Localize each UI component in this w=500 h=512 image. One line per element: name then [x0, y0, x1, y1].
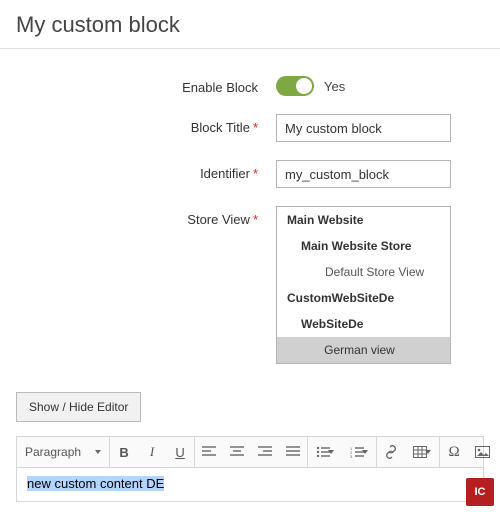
- enable-block-label: Enable Block: [16, 74, 276, 95]
- store-view-option[interactable]: WebSiteDe: [277, 311, 450, 337]
- align-left-button[interactable]: [195, 437, 223, 467]
- block-title-label: Block Title*: [16, 114, 276, 135]
- block-title-input[interactable]: [276, 114, 451, 142]
- bold-button[interactable]: B: [110, 437, 138, 467]
- image-button[interactable]: [468, 437, 496, 467]
- store-view-label: Store View*: [16, 206, 276, 227]
- store-view-select[interactable]: Main Website Main Website Store Default …: [276, 206, 451, 364]
- format-select[interactable]: Paragraph: [17, 437, 109, 467]
- editor-content[interactable]: new custom content DE: [16, 468, 484, 502]
- enable-block-value: Yes: [324, 79, 345, 94]
- align-center-button[interactable]: [223, 437, 251, 467]
- store-view-option-selected[interactable]: German view: [277, 337, 450, 363]
- align-right-button[interactable]: [251, 437, 279, 467]
- underline-button[interactable]: U: [166, 437, 194, 467]
- align-justify-button[interactable]: [279, 437, 307, 467]
- toggle-editor-button[interactable]: Show / Hide Editor: [16, 392, 141, 422]
- special-char-button[interactable]: Ω: [440, 437, 468, 467]
- identifier-label: Identifier*: [16, 160, 276, 181]
- italic-button[interactable]: I: [138, 437, 166, 467]
- store-view-option[interactable]: Default Store View: [277, 259, 450, 285]
- editor-selected-text: new custom content DE: [27, 476, 164, 491]
- number-list-button[interactable]: 123: [342, 437, 376, 467]
- identifier-input[interactable]: [276, 160, 451, 188]
- store-view-option[interactable]: Main Website: [277, 207, 450, 233]
- store-view-option[interactable]: Main Website Store: [277, 233, 450, 259]
- table-button[interactable]: [405, 437, 439, 467]
- link-button[interactable]: [377, 437, 405, 467]
- editor-toolbar: Paragraph B I U: [16, 436, 484, 468]
- bullet-list-button[interactable]: [308, 437, 342, 467]
- corner-badge-icon: IC: [466, 478, 494, 506]
- svg-text:3: 3: [350, 454, 353, 458]
- page-title: My custom block: [0, 0, 500, 49]
- store-view-option[interactable]: CustomWebSiteDe: [277, 285, 450, 311]
- enable-block-toggle[interactable]: [276, 76, 314, 96]
